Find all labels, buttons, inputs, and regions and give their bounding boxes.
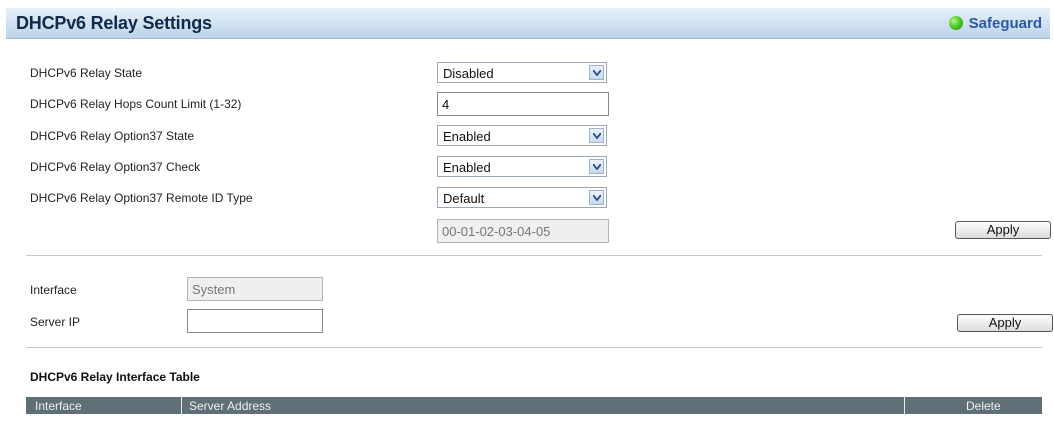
opt37-state-value: Enabled — [443, 129, 491, 144]
safeguard-label: Safeguard — [968, 14, 1042, 32]
column-separator — [181, 397, 182, 414]
divider — [26, 255, 1042, 256]
page-title: DHCPv6 Relay Settings — [16, 13, 212, 33]
hops-limit-input[interactable]: 4 — [437, 92, 609, 116]
title-bar: DHCPv6 Relay Settings Safeguard — [6, 8, 1050, 39]
interface-label: Interface — [30, 283, 77, 297]
chevron-down-icon[interactable] — [589, 65, 604, 80]
server-ip-label: Server IP — [30, 315, 81, 329]
opt37-check-select[interactable]: Enabled — [437, 156, 607, 177]
interface-field: System — [187, 277, 323, 301]
remote-id-type-select[interactable]: Default — [437, 187, 607, 208]
chevron-down-icon[interactable] — [589, 128, 604, 143]
remote-id-type-label: DHCPv6 Relay Option37 Remote ID Type — [30, 191, 253, 205]
apply-server-button[interactable]: Apply — [957, 314, 1053, 332]
status-dot-icon — [948, 16, 963, 30]
apply-settings-button[interactable]: Apply — [955, 221, 1051, 239]
server-ip-input[interactable] — [187, 309, 323, 333]
remote-id-value-field: 00-01-02-03-04-05 — [437, 219, 609, 243]
hops-limit-label: DHCPv6 Relay Hops Count Limit (1-32) — [30, 97, 242, 111]
column-header-interface: Interface — [35, 399, 82, 413]
opt37-state-select[interactable]: Enabled — [437, 125, 607, 146]
column-header-server-address: Server Address — [189, 399, 272, 413]
chevron-down-icon[interactable] — [589, 159, 604, 174]
divider — [26, 347, 1042, 348]
remote-id-type-value: Default — [443, 191, 485, 206]
table-header: Interface Server Address Delete — [26, 397, 1042, 414]
opt37-state-label: DHCPv6 Relay Option37 State — [30, 129, 195, 143]
relay-state-select[interactable]: Disabled — [437, 62, 607, 83]
column-separator — [904, 397, 905, 414]
chevron-down-icon[interactable] — [589, 190, 604, 205]
relay-state-value: Disabled — [443, 66, 494, 81]
safeguard-indicator: Safeguard — [948, 14, 1042, 32]
table-title: DHCPv6 Relay Interface Table — [30, 370, 200, 384]
column-header-delete: Delete — [966, 399, 1001, 413]
opt37-check-label: DHCPv6 Relay Option37 Check — [30, 160, 201, 174]
relay-state-label: DHCPv6 Relay State — [30, 66, 143, 80]
opt37-check-value: Enabled — [443, 160, 491, 175]
